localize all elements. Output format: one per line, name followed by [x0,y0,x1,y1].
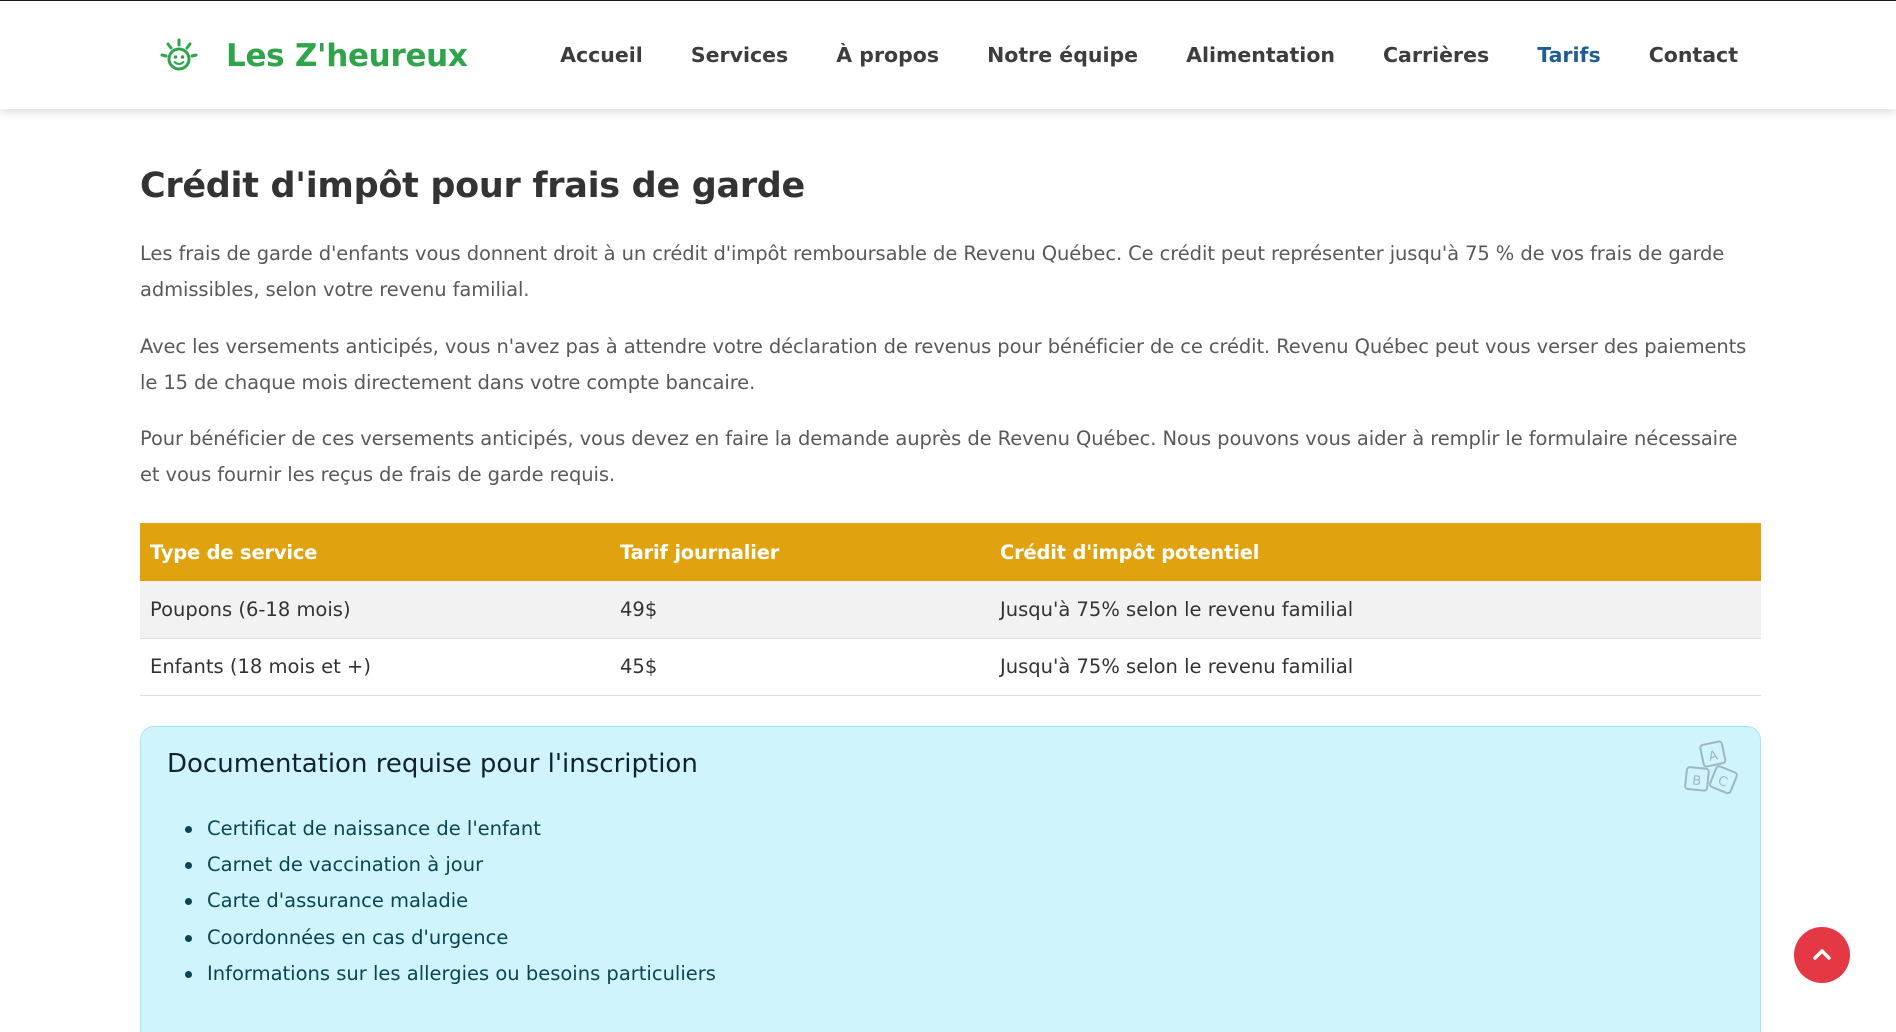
list-item: Informations sur les allergies ou besoin… [185,956,716,992]
nav-item-tarifs[interactable]: Tarifs [1537,43,1600,67]
list-item: Coordonnées en cas d'urgence [185,920,716,956]
table-cell-service-type: Enfants (18 mois et +) [140,638,610,696]
brand-link[interactable]: Les Z'heureux [158,35,468,77]
table-cell-daily-rate: 45$ [610,638,990,696]
smiling-sun-icon [160,38,198,71]
advance-payments-paragraph: Avec les versements anticipés, vous n'av… [140,335,1747,394]
svg-text:A: A [1707,748,1719,765]
table-cell-service-type: Poupons (6-18 mois) [140,581,610,639]
table-cell-tax-credit: Jusqu'à 75% selon le revenu familial [990,638,1761,696]
nav-item-accueil[interactable]: Accueil [560,43,643,67]
documentation-box: Documentation requise pour l'inscription… [140,726,1761,1032]
table-cell-tax-credit: Jusqu'à 75% selon le revenu familial [990,581,1761,639]
intro-paragraph: Les frais de garde d'enfants vous donnen… [140,242,1725,301]
scroll-to-top-button[interactable] [1794,927,1850,983]
abc-blocks-icon: A B C [1684,740,1738,795]
list-item: Certificat de naissance de l'enfant [185,811,716,847]
rates-table: Type de service Tarif journalier Crédit … [140,523,1761,696]
nav-item-services[interactable]: Services [691,43,788,67]
page-title: Crédit d'impôt pour frais de garde [140,166,805,206]
nav-item-alimentation[interactable]: Alimentation [1186,43,1335,67]
table-row: Poupons (6-18 mois) 49$ Jusqu'à 75% selo… [140,581,1761,639]
nav-item-notre-equipe[interactable]: Notre équipe [987,43,1138,67]
table-row: Enfants (18 mois et +) 45$ Jusqu'à 75% s… [140,638,1761,696]
table-cell-daily-rate: 49$ [610,581,990,639]
table-header-service-type: Type de service [140,523,610,581]
table-header-tax-credit: Crédit d'impôt potentiel [990,523,1761,581]
svg-text:C: C [1715,773,1729,790]
table-header-row: Type de service Tarif journalier Crédit … [140,523,1761,581]
main-nav: Accueil Services À propos Notre équipe A… [512,1,1738,109]
site-header: Les Z'heureux Accueil Services À propos … [0,1,1896,109]
chevron-up-icon [1813,949,1831,960]
application-paragraph: Pour bénéficier de ces versements antici… [140,427,1738,486]
table-header-daily-rate: Tarif journalier [610,523,990,581]
brand-name: Les Z'heureux [226,38,468,74]
documentation-list: Certificat de naissance de l'enfant Carn… [185,811,716,992]
nav-item-carrieres[interactable]: Carrières [1383,43,1489,67]
list-item: Carnet de vaccination à jour [185,847,716,883]
svg-text:B: B [1692,773,1702,789]
nav-item-contact[interactable]: Contact [1649,43,1738,67]
documentation-title: Documentation requise pour l'inscription [167,749,698,779]
nav-item-a-propos[interactable]: À propos [836,43,939,67]
list-item: Carte d'assurance maladie [185,883,716,919]
